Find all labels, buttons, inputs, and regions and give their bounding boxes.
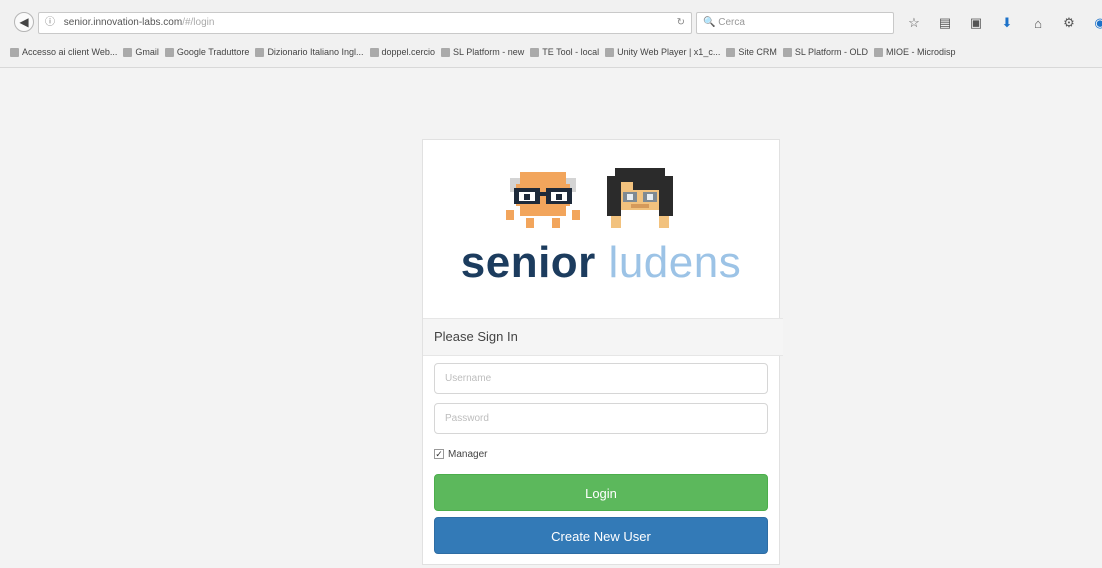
brand-part-senior: senior	[460, 238, 596, 287]
bookmark-favicon-icon	[10, 47, 19, 57]
reload-icon[interactable]: ↻	[677, 13, 685, 33]
login-button[interactable]: Login	[434, 474, 768, 511]
bookmark-item[interactable]: Google Traduttore	[164, 47, 250, 57]
bookmark-label: SL Platform - OLD	[794, 47, 869, 57]
bookmark-favicon-icon	[255, 47, 265, 57]
bookmark-label: SL Platform - new	[453, 47, 525, 57]
bookmark-favicon-icon	[782, 47, 792, 57]
bookmark-label: Unity Web Player | x1_c...	[617, 47, 721, 57]
bookmark-label: Google Traduttore	[176, 47, 250, 57]
elderly-man-character	[506, 172, 580, 228]
bookmark-item[interactable]: Unity Web Player | x1_c...	[605, 47, 720, 57]
search-icon: 🔍	[703, 17, 716, 28]
toolbar-icons: ☆ ▤ ▣ ⬇ ⌂ ⚙ ◉	[906, 12, 1102, 34]
search-input[interactable]: 🔍 Cerca	[696, 12, 894, 34]
navigation-toolbar: ◀ ⓘ senior.innovation-labs.com/#/login ↻…	[0, 8, 1102, 38]
brand-wordmark: senior ludens	[423, 238, 779, 288]
password-input[interactable]	[434, 403, 768, 434]
manager-checkbox[interactable]: ✓	[434, 449, 444, 459]
bookmark-item[interactable]: TE Tool - local	[530, 47, 599, 57]
library-icon[interactable]: ▤	[937, 15, 953, 31]
bookmark-favicon-icon	[441, 47, 451, 57]
bookmark-label: Site CRM	[738, 47, 777, 57]
browser-chrome: ◀ ⓘ senior.innovation-labs.com/#/login ↻…	[0, 0, 1102, 68]
create-new-user-button[interactable]: Create New User	[434, 517, 768, 554]
username-input[interactable]	[434, 363, 768, 394]
bookmark-favicon-icon	[726, 47, 736, 57]
address-bar[interactable]: ⓘ senior.innovation-labs.com/#/login ↻	[38, 12, 692, 34]
pocket-icon[interactable]: ▣	[968, 15, 984, 31]
brand-part-ludens: ludens	[608, 238, 742, 287]
back-button[interactable]: ◀	[14, 12, 34, 32]
bookmark-label: TE Tool - local	[542, 47, 600, 57]
logo: senior ludens	[423, 140, 779, 320]
bookmark-label: Accesso ai client Web...	[22, 47, 118, 57]
bookmark-item[interactable]: Site CRM	[726, 47, 777, 57]
home-icon[interactable]: ⌂	[1030, 16, 1046, 31]
bookmark-label: Dizionario Italiano Ingl...	[267, 47, 364, 57]
bookmark-item[interactable]: Accesso ai client Web...	[10, 47, 117, 57]
extension-icon[interactable]: ⚙	[1061, 15, 1077, 31]
bookmark-item[interactable]: SL Platform - OLD	[782, 47, 869, 57]
panel-heading: Please Sign In	[423, 318, 783, 356]
bookmark-label: MIOE - Microdisp	[886, 47, 956, 57]
skype-icon[interactable]: ◉	[1092, 15, 1102, 31]
bookmark-favicon-icon	[123, 47, 133, 57]
bookmark-favicon-icon	[164, 47, 174, 57]
url-host: senior.innovation-labs.com	[63, 17, 183, 28]
bookmark-item[interactable]: doppel.cercio	[369, 47, 436, 57]
bookmark-favicon-icon	[369, 47, 379, 57]
bookmark-favicon-icon	[530, 47, 540, 57]
download-icon[interactable]: ⬇	[999, 15, 1015, 31]
bookmark-label: doppel.cercio	[381, 47, 436, 57]
bookmark-item[interactable]: SL Platform - new	[441, 47, 524, 57]
login-panel: senior ludens Please Sign In ✓ Manager L…	[422, 139, 783, 565]
url-path: /#/login	[182, 17, 215, 28]
site-info-icon[interactable]: ⓘ	[45, 17, 55, 28]
bookmark-item[interactable]: Dizionario Italiano Ingl...	[255, 47, 364, 57]
search-placeholder: Cerca	[718, 17, 745, 28]
elderly-woman-character	[607, 168, 673, 228]
bookmark-label: Gmail	[135, 47, 159, 57]
bookmark-star-icon[interactable]: ☆	[906, 15, 922, 31]
manager-label: Manager	[448, 448, 488, 460]
bookmark-item[interactable]: Gmail	[123, 47, 159, 57]
bookmark-item[interactable]: MIOE - Microdisp	[874, 47, 956, 57]
bookmark-favicon-icon	[874, 47, 884, 57]
bookmarks-bar: Accesso ai client Web... Gmail Google Trad…	[0, 42, 1102, 62]
bookmark-favicon-icon	[605, 47, 615, 57]
manager-checkbox-row[interactable]: ✓ Manager	[434, 446, 487, 462]
